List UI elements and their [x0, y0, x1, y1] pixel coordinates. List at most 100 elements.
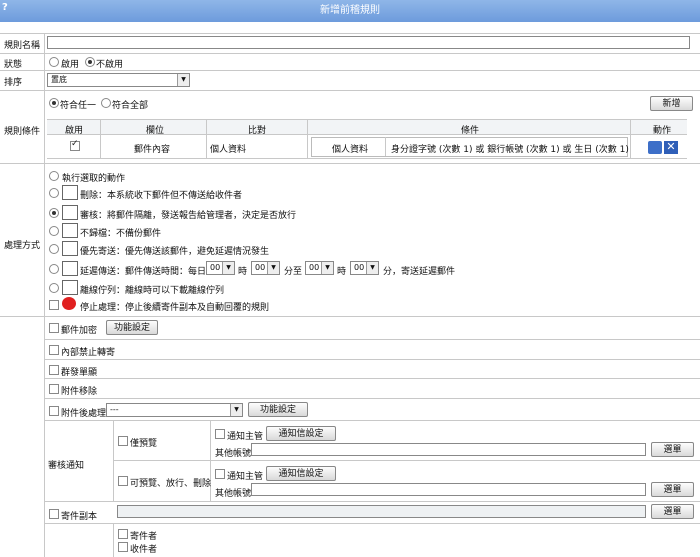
order-select[interactable]: 置底 ▼	[47, 73, 190, 87]
chevron-down-icon: ▼	[230, 404, 242, 416]
action-radio-7[interactable]	[49, 283, 59, 293]
remove-attach-label: 附件移除	[61, 387, 98, 397]
condition-compare: 個人資料	[210, 145, 247, 155]
no-forward-label: 內部禁止轉寄	[61, 348, 116, 358]
no-forward-checkbox[interactable]	[49, 345, 59, 355]
action-radio-2[interactable]	[49, 188, 59, 198]
action-radio-3[interactable]	[49, 208, 59, 218]
chevron-down-icon: ▼	[177, 74, 189, 86]
delete-icon[interactable]: ✕	[664, 141, 678, 154]
status-label: 狀態	[4, 60, 23, 70]
pick-button-1[interactable]: 選單	[651, 442, 694, 457]
notify-setting-button-2[interactable]: 通知信設定	[266, 466, 336, 481]
other-account-label-1: 其他帳號	[215, 449, 252, 459]
delay-min-end-value: 00	[354, 263, 365, 272]
notify-manager-label-2: 通知主管	[227, 472, 264, 482]
action-label-4: 不歸檔：不備份郵件	[80, 229, 162, 239]
cc-checkbox[interactable]	[49, 509, 59, 519]
notify-setting-button-1[interactable]: 通知信設定	[266, 426, 336, 441]
col-field: 欄位	[146, 126, 165, 136]
status-enable-label: 啟用	[61, 60, 80, 70]
delay-hour-start[interactable]: 00 ▼	[206, 261, 235, 275]
delay-to-label: 分至	[284, 267, 303, 277]
encrypt-checkbox[interactable]	[49, 323, 59, 333]
priority-icon	[62, 241, 78, 256]
remove-attach-checkbox[interactable]	[49, 384, 59, 394]
status-enable-radio[interactable]	[49, 57, 59, 67]
no-archive-icon	[62, 223, 78, 238]
delay-every-day: 每日	[188, 267, 207, 277]
condition-name: 個人資料	[332, 145, 369, 155]
add-condition-button[interactable]: 新增	[650, 96, 693, 111]
sender-checkbox[interactable]	[118, 529, 128, 539]
encrypt-settings-button[interactable]: 功能設定	[106, 320, 158, 335]
other-account-input-2[interactable]	[251, 483, 646, 496]
delay-icon	[62, 261, 78, 276]
other-account-label-2: 其他帳號	[215, 489, 252, 499]
condition-detail: 身分證字號 (次數 1) 或 銀行帳號 (次數 1) 或 生日 (次數 1)	[391, 145, 629, 155]
delay-hour-end[interactable]: 00 ▼	[305, 261, 334, 275]
other-account-input-1[interactable]	[251, 443, 646, 456]
action-radio-1[interactable]	[49, 171, 59, 181]
attach-process-label: 附件後處理	[61, 409, 107, 419]
recipient-label: 收件者	[130, 545, 158, 555]
notify-manager-checkbox-2[interactable]	[215, 469, 225, 479]
recipient-checkbox[interactable]	[118, 542, 128, 552]
match-all-radio[interactable]	[101, 98, 111, 108]
chevron-down-icon: ▼	[321, 262, 333, 274]
delay-hour-label-2: 時	[337, 267, 347, 277]
match-any-radio[interactable]	[49, 98, 59, 108]
pick-button-2[interactable]: 選單	[651, 482, 694, 497]
delay-min-start-value: 00	[255, 263, 266, 272]
rule-name-label: 規則名稱	[4, 41, 41, 51]
encrypt-label: 郵件加密	[61, 326, 98, 336]
rule-name-input[interactable]	[47, 36, 690, 49]
window-title: 新增前稽規則	[0, 0, 700, 22]
status-disable-label: 不啟用	[96, 60, 124, 70]
preview-release-checkbox[interactable]	[118, 476, 128, 486]
order-label: 排序	[4, 78, 23, 88]
delay-hour-start-value: 00	[210, 263, 221, 272]
match-any-label: 符合任一	[60, 101, 97, 111]
condition-field: 郵件內容	[134, 145, 171, 155]
col-compare: 比對	[248, 126, 267, 136]
action-label-8: 停止處理：停止後續寄件副本及自動回覆的規則	[80, 303, 270, 313]
delay-min-end[interactable]: 00 ▼	[350, 261, 379, 275]
attach-process-value: ---	[110, 405, 119, 414]
offline-queue-icon	[62, 280, 78, 295]
bulk-label: 群發單顯	[61, 368, 98, 378]
bulk-checkbox[interactable]	[49, 365, 59, 375]
cc-label: 寄件副本	[61, 512, 98, 522]
attach-process-select[interactable]: --- ▼	[106, 403, 243, 417]
action-label-2: 刪除：本系統收下郵件但不傳送給收件者	[80, 191, 243, 201]
preview-release-label: 可預覽、放行、刪除	[130, 479, 212, 489]
preview-only-label: 僅預覽	[130, 439, 158, 449]
preview-only-checkbox[interactable]	[118, 436, 128, 446]
delay-suffix: 分，寄送延遲郵件	[383, 267, 456, 277]
status-disable-radio[interactable]	[85, 57, 95, 67]
sender-label: 寄件者	[130, 532, 158, 542]
stop-icon	[62, 297, 76, 310]
match-all-label: 符合全部	[112, 101, 149, 111]
edit-icon[interactable]	[648, 141, 662, 154]
action-label-5: 優先寄送：優先傳送該郵件，避免延遲情況發生	[80, 247, 270, 257]
cc-pick-button[interactable]: 選單	[651, 504, 694, 519]
notify-manager-label-1: 通知主管	[227, 432, 264, 442]
col-enable: 啟用	[65, 126, 84, 136]
delete-mail-icon	[62, 185, 78, 200]
notify-manager-checkbox-1[interactable]	[215, 429, 225, 439]
delay-min-start[interactable]: 00 ▼	[251, 261, 280, 275]
review-notice-label: 審核通知	[48, 461, 85, 471]
stop-processing-checkbox[interactable]	[49, 300, 59, 310]
cc-input[interactable]	[117, 505, 646, 518]
help-icon[interactable]: ?	[2, 2, 8, 13]
col-action: 動作	[653, 126, 672, 136]
action-radio-5[interactable]	[49, 244, 59, 254]
action-radio-6[interactable]	[49, 264, 59, 274]
action-label-7: 離線佇列：離線時可以下載離線佇列	[80, 286, 225, 296]
condition-enable-checkbox[interactable]	[70, 139, 80, 151]
attach-settings-button[interactable]: 功能設定	[248, 402, 308, 417]
action-radio-4[interactable]	[49, 226, 59, 236]
action-label-1: 執行選取的動作	[62, 174, 126, 184]
attach-process-checkbox[interactable]	[49, 406, 59, 416]
